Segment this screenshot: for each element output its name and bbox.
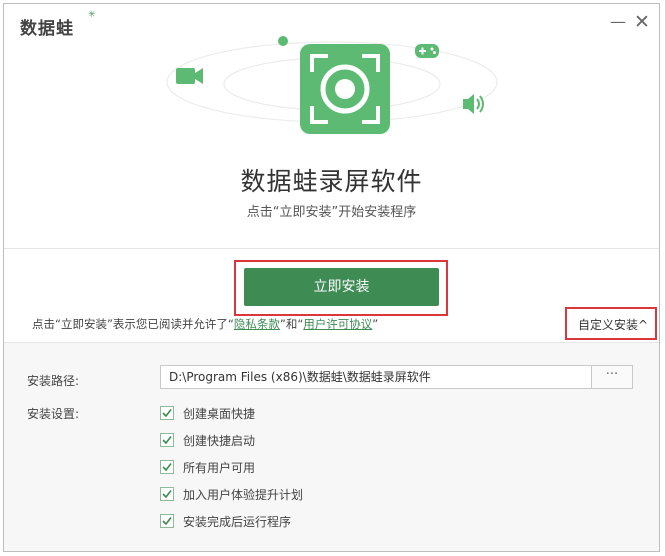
privacy-link[interactable]: 隐私条款 [234, 317, 280, 331]
checkbox[interactable] [160, 487, 174, 501]
install-path-input[interactable]: D:\Program Files (x86)\数据蛙\数据蛙录屏软件 [160, 365, 592, 389]
option-label: 所有用户可用 [183, 461, 256, 475]
gamepad-icon [415, 44, 439, 58]
license-link[interactable]: 用户许可协议 [303, 317, 372, 331]
checkmark-icon [162, 517, 172, 526]
terms-suffix: ” [372, 317, 379, 331]
video-camera-icon [176, 68, 203, 84]
install-path-label: 安装路径: [27, 374, 80, 388]
option-label: 安装完成后运行程序 [183, 515, 292, 529]
browse-button[interactable]: ··· [591, 365, 633, 389]
custom-install-label: 自定义安装 [578, 318, 639, 332]
install-now-button[interactable]: 立即安装 [244, 268, 439, 306]
product-title: 数据蛙录屏软件 [240, 167, 423, 196]
checkbox[interactable] [160, 460, 174, 474]
checkbox[interactable] [160, 406, 174, 420]
checkmark-icon [162, 436, 172, 445]
chevron-up-icon: ^ [638, 318, 649, 332]
install-subtitle: 点击“立即安装”开始安装程序 [246, 205, 417, 220]
install-settings-label: 安装设置: [27, 407, 80, 421]
terms-middle: ”和“ [279, 317, 304, 331]
option-label: 创建快捷启动 [183, 434, 256, 448]
terms-prefix: 点击“立即安装”表示您已阅读并允许了“ [32, 317, 234, 331]
terms-text: 点击“立即安装”表示您已阅读并允许了“隐私条款”和“用户许可协议” [32, 316, 378, 332]
custom-install-toggle[interactable]: 自定义安装^ [578, 316, 648, 333]
record-icon [300, 44, 390, 134]
speaker-icon [463, 94, 484, 114]
checkmark-icon [162, 409, 172, 418]
option-label: 创建桌面快捷 [183, 407, 256, 421]
checkmark-icon [162, 490, 172, 499]
divider [4, 248, 659, 249]
option-label: 加入用户体验提升计划 [183, 488, 304, 502]
checkmark-icon [162, 463, 172, 472]
checkbox[interactable] [160, 514, 174, 528]
checkbox[interactable] [160, 433, 174, 447]
installer-window: 数据蛙 ✳ — ✕ 数据蛙录屏软件 点击“立即安装”开始安装程序 立即安装 点击… [3, 3, 660, 552]
orbit-dot [278, 36, 288, 46]
